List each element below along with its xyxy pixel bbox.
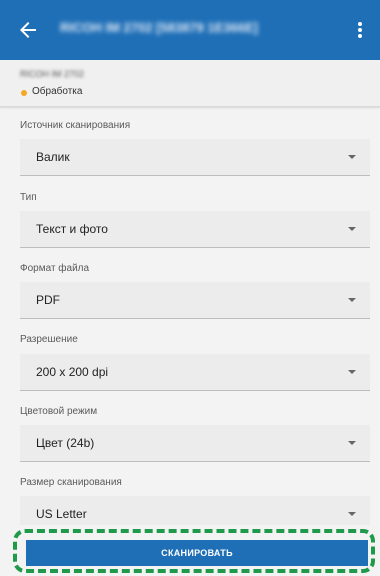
- scan-source-select[interactable]: Валик: [20, 139, 370, 176]
- device-name: RICOH IM 2702: [20, 69, 85, 79]
- resolution-value: 200 x 200 dpi: [36, 365, 109, 379]
- dropdown-caret-icon: [348, 227, 356, 231]
- file-format-value: PDF: [36, 293, 60, 307]
- arrow-left-icon[interactable]: [16, 18, 40, 42]
- status-text: Обработка: [32, 86, 83, 97]
- resolution-select[interactable]: 200 x 200 dpi: [20, 354, 370, 391]
- dropdown-caret-icon: [348, 441, 356, 445]
- color-mode-value: Цвет (24b): [36, 436, 95, 450]
- file-format-label: Формат файла: [20, 263, 90, 274]
- dropdown-caret-icon: [348, 512, 356, 516]
- scan-size-value: US Letter: [36, 507, 87, 521]
- type-label: Тип: [20, 192, 37, 203]
- scan-source-value: Валик: [36, 150, 70, 164]
- dropdown-caret-icon: [348, 298, 356, 302]
- device-status-card: RICOH IM 2702 Обработка: [0, 60, 380, 107]
- action-footer: СКАНИРОВАТЬ: [0, 525, 380, 576]
- dropdown-caret-icon: [348, 370, 356, 374]
- resolution-label: Разрешение: [20, 334, 78, 345]
- status-dot-icon: [21, 90, 27, 96]
- scan-button[interactable]: СКАНИРОВАТЬ: [26, 540, 368, 566]
- file-format-select[interactable]: PDF: [20, 282, 370, 319]
- device-title: RICOH IM 2702 [583879 1E366E]: [60, 20, 258, 35]
- more-vertical-icon[interactable]: [350, 18, 370, 42]
- dropdown-caret-icon: [348, 155, 356, 159]
- app-bar: RICOH IM 2702 [583879 1E366E]: [0, 0, 380, 60]
- scan-size-label: Размер сканирования: [20, 477, 122, 488]
- type-value: Текст и фото: [36, 222, 108, 236]
- color-mode-label: Цветовой режим: [20, 406, 98, 417]
- color-mode-select[interactable]: Цвет (24b): [20, 425, 370, 462]
- type-select[interactable]: Текст и фото: [20, 211, 370, 248]
- scan-source-label: Источник сканирования: [20, 120, 131, 131]
